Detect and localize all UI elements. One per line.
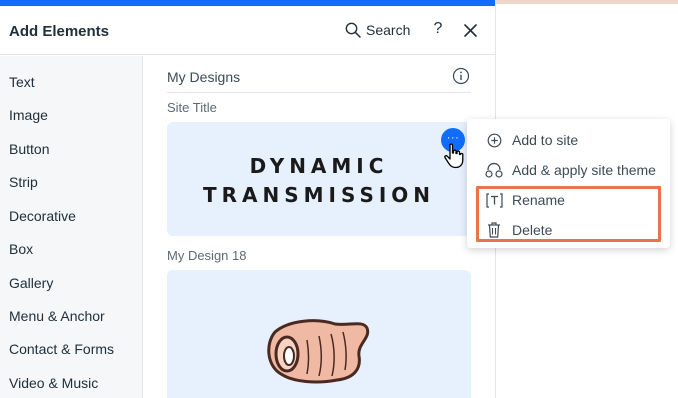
menu-label-delete: Delete	[512, 222, 553, 238]
search-label: Search	[366, 22, 411, 38]
menu-item-rename[interactable]: Rename	[467, 185, 670, 213]
elements-sidebar: Text Image Button Strip Decorative Box G…	[0, 56, 143, 398]
menu-label-add-to-site: Add to site	[512, 132, 579, 148]
help-button[interactable]: ?	[431, 19, 445, 39]
design-context-menu: Add to site Add & apply site theme Renam…	[467, 119, 670, 248]
plus-circle-icon	[485, 131, 503, 149]
menu-label-add-apply-theme: Add & apply site theme	[512, 162, 656, 178]
canvas-page-strip	[496, 0, 678, 4]
info-icon[interactable]	[452, 67, 470, 85]
theme-icon	[485, 161, 503, 179]
menu-item-add-apply-theme[interactable]: Add & apply site theme	[467, 155, 670, 183]
sidebar-item-decorative[interactable]: Decorative	[9, 208, 76, 224]
menu-label-rename: Rename	[512, 192, 565, 208]
sidebar-item-box[interactable]: Box	[9, 241, 33, 257]
design-label-site-title: Site Title	[167, 100, 217, 115]
search-button[interactable]: Search	[345, 20, 410, 40]
close-button[interactable]	[461, 20, 479, 40]
close-icon	[463, 23, 477, 37]
menu-item-add-to-site[interactable]: Add to site	[467, 125, 670, 153]
sidebar-item-video-music[interactable]: Video & Music	[9, 375, 98, 391]
hand-cursor-icon	[444, 143, 464, 169]
sidebar-item-strip[interactable]: Strip	[9, 174, 38, 190]
rename-text-icon	[485, 191, 503, 209]
card-title-line-1: DYNAMIC	[249, 154, 389, 178]
sidebar-item-button[interactable]: Button	[9, 141, 49, 157]
sidebar-item-menu-anchor[interactable]: Menu & Anchor	[9, 308, 105, 324]
designs-content: My Designs Site Title DYNAMIC TRANSMISSI…	[144, 56, 495, 398]
section-title: My Designs	[167, 69, 241, 85]
section-divider	[167, 92, 471, 93]
add-elements-panel: Add Elements Search ? Text Image Button …	[0, 0, 496, 398]
menu-item-delete[interactable]: Delete	[467, 215, 670, 243]
sidebar-item-gallery[interactable]: Gallery	[9, 275, 53, 291]
design-label-my-design-18: My Design 18	[167, 248, 247, 263]
sidebar-item-image[interactable]: Image	[9, 107, 48, 123]
search-icon	[345, 22, 361, 38]
sidebar-item-text[interactable]: Text	[9, 74, 35, 90]
card-title-line-2: TRANSMISSION	[202, 183, 436, 207]
design-card-site-title[interactable]: DYNAMIC TRANSMISSION	[167, 122, 471, 236]
panel-title: Add Elements	[9, 23, 110, 40]
trash-icon	[485, 221, 503, 239]
illustration-image	[267, 319, 370, 384]
design-card-my-design-18[interactable]	[167, 270, 471, 398]
panel-header: Add Elements Search ?	[0, 6, 495, 55]
more-dots: ···	[446, 131, 460, 144]
sidebar-item-contact-forms[interactable]: Contact & Forms	[9, 341, 114, 357]
